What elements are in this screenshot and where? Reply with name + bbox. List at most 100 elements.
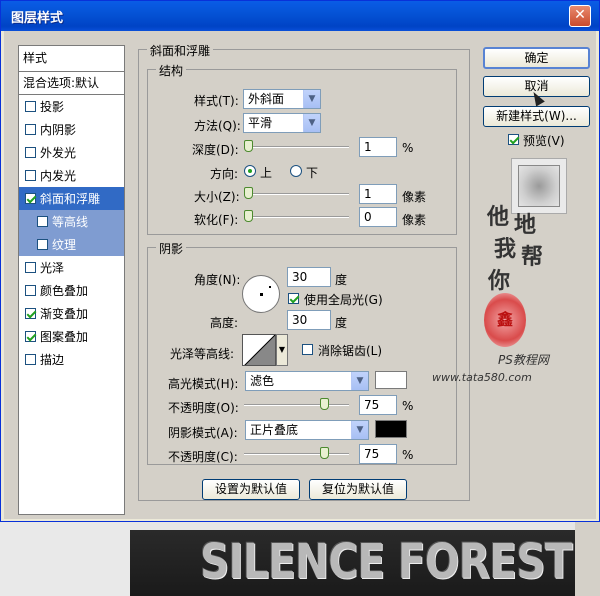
dialog-body: 样式 混合选项:默认 投影 内阴影 外发光 内发光 斜面和浮雕 等高线 纹理 光… <box>4 31 596 519</box>
checkbox-icon[interactable] <box>37 216 48 227</box>
depth-input[interactable]: 1 <box>359 137 397 157</box>
chevron-down-icon[interactable]: ▼ <box>351 421 368 439</box>
chevron-down-icon[interactable]: ▼ <box>276 334 288 366</box>
shadow-opacity-slider[interactable] <box>244 453 349 455</box>
method-label: 方法(Q): <box>194 119 241 133</box>
style-item-label: 颜色叠加 <box>40 283 89 298</box>
size-slider[interactable] <box>244 193 349 195</box>
shadow-opacity-unit: % <box>402 448 414 462</box>
shadow-opacity-input[interactable]: 75 <box>359 444 397 464</box>
style-item-outer-glow[interactable]: 外发光 <box>19 141 124 164</box>
highlight-mode-select[interactable]: 滤色 ▼ <box>245 371 369 391</box>
checkbox-icon[interactable] <box>25 285 36 296</box>
style-item-inner-shadow[interactable]: 内阴影 <box>19 118 124 141</box>
direction-up-radio[interactable] <box>244 165 256 177</box>
checkbox-icon[interactable] <box>37 239 48 250</box>
style-label: 样式(T): <box>194 94 239 108</box>
highlight-opacity-slider[interactable] <box>244 404 349 406</box>
watermark-char: 帮 <box>521 244 544 270</box>
watermark-char: 你 <box>488 268 511 294</box>
highlight-color-swatch[interactable] <box>375 371 407 389</box>
altitude-label: 高度: <box>210 316 239 330</box>
soften-slider[interactable] <box>244 216 349 218</box>
reset-default-button[interactable]: 复位为默认值 <box>309 479 407 500</box>
chevron-down-icon[interactable]: ▼ <box>303 90 320 108</box>
style-item-label: 内发光 <box>40 168 77 183</box>
style-item-bevel-emboss[interactable]: 斜面和浮雕 <box>19 187 124 210</box>
altitude-unit: 度 <box>335 316 348 330</box>
watermark-char: 他 <box>487 204 510 230</box>
checkbox-icon[interactable] <box>25 124 36 135</box>
angle-dial[interactable] <box>242 275 280 313</box>
chevron-down-icon[interactable]: ▼ <box>303 114 320 132</box>
ok-button[interactable]: 确定 <box>483 47 590 69</box>
chevron-down-icon[interactable]: ▼ <box>351 372 368 390</box>
shadow-mode-value: 正片叠底 <box>250 423 299 437</box>
blend-options-item[interactable]: 混合选项:默认 <box>19 72 124 95</box>
angle-label: 角度(N): <box>194 273 241 287</box>
size-input[interactable]: 1 <box>359 184 397 204</box>
new-style-button[interactable]: 新建样式(W)... <box>483 106 590 127</box>
depth-slider[interactable] <box>244 146 349 148</box>
method-select-value: 平滑 <box>248 116 273 130</box>
workspace-area <box>0 516 130 596</box>
layer-style-dialog: 图层样式 ✕ 样式 混合选项:默认 投影 内阴影 外发光 内发光 斜面和浮雕 等… <box>0 0 600 522</box>
style-item-satin[interactable]: 光泽 <box>19 256 124 279</box>
style-select[interactable]: 外斜面 ▼ <box>243 89 321 109</box>
antialias-checkbox[interactable] <box>302 344 313 355</box>
checkbox-icon[interactable] <box>25 193 36 204</box>
shadow-mode-label: 阴影模式(A): <box>168 426 238 440</box>
close-button[interactable]: ✕ <box>569 5 591 27</box>
gloss-contour-picker[interactable] <box>242 334 276 366</box>
title-bar[interactable]: 图层样式 ✕ <box>1 1 599 31</box>
contour-icon <box>244 335 275 365</box>
shadow-mode-select[interactable]: 正片叠底 ▼ <box>245 420 369 440</box>
style-item-label: 等高线 <box>52 214 89 229</box>
watermark-char: 地 <box>514 212 537 238</box>
highlight-opacity-thumb[interactable] <box>320 398 329 410</box>
style-item-gradient-overlay[interactable]: 渐变叠加 <box>19 302 124 325</box>
shadow-opacity-thumb[interactable] <box>320 447 329 459</box>
style-item-stroke[interactable]: 描边 <box>19 348 124 371</box>
structure-title: 结构 <box>156 62 187 79</box>
style-item-drop-shadow[interactable]: 投影 <box>19 95 124 118</box>
checkbox-icon[interactable] <box>25 331 36 342</box>
styles-header[interactable]: 样式 <box>19 46 124 72</box>
checkbox-icon[interactable] <box>25 354 36 365</box>
shadow-color-swatch[interactable] <box>375 420 407 438</box>
style-item-label: 内阴影 <box>40 122 77 137</box>
watermark-char: 我 <box>494 236 517 262</box>
style-item-color-overlay[interactable]: 颜色叠加 <box>19 279 124 302</box>
make-default-button[interactable]: 设置为默认值 <box>202 479 300 500</box>
checkbox-icon[interactable] <box>25 147 36 158</box>
checkbox-icon[interactable] <box>25 101 36 112</box>
angle-dial-center <box>260 293 263 296</box>
altitude-input[interactable]: 30 <box>287 310 331 330</box>
checkbox-icon[interactable] <box>25 308 36 319</box>
style-item-label: 纹理 <box>52 237 77 252</box>
soften-slider-thumb[interactable] <box>244 210 253 222</box>
checkbox-icon[interactable] <box>25 170 36 181</box>
angle-input[interactable]: 30 <box>287 267 331 287</box>
angle-dial-pointer <box>269 286 271 288</box>
direction-down-radio[interactable] <box>290 165 302 177</box>
styles-list: 样式 混合选项:默认 投影 内阴影 外发光 内发光 斜面和浮雕 等高线 纹理 光… <box>18 45 125 515</box>
gloss-contour-label: 光泽等高线: <box>170 347 235 361</box>
preview-checkbox[interactable] <box>508 134 519 145</box>
global-light-label: 使用全局光(G) <box>304 293 383 307</box>
size-slider-thumb[interactable] <box>244 187 253 199</box>
style-item-pattern-overlay[interactable]: 图案叠加 <box>19 325 124 348</box>
checkbox-icon[interactable] <box>25 262 36 273</box>
method-select[interactable]: 平滑 ▼ <box>243 113 321 133</box>
site-name: PS教程网 <box>498 353 549 367</box>
direction-down-label: 下 <box>306 166 319 180</box>
style-item-contour[interactable]: 等高线 <box>19 210 124 233</box>
style-select-value: 外斜面 <box>248 92 285 106</box>
style-item-label: 图案叠加 <box>40 329 89 344</box>
highlight-opacity-input[interactable]: 75 <box>359 395 397 415</box>
depth-slider-thumb[interactable] <box>244 140 253 152</box>
style-item-texture[interactable]: 纹理 <box>19 233 124 256</box>
style-item-inner-glow[interactable]: 内发光 <box>19 164 124 187</box>
soften-input[interactable]: 0 <box>359 207 397 227</box>
global-light-checkbox[interactable] <box>288 293 299 304</box>
